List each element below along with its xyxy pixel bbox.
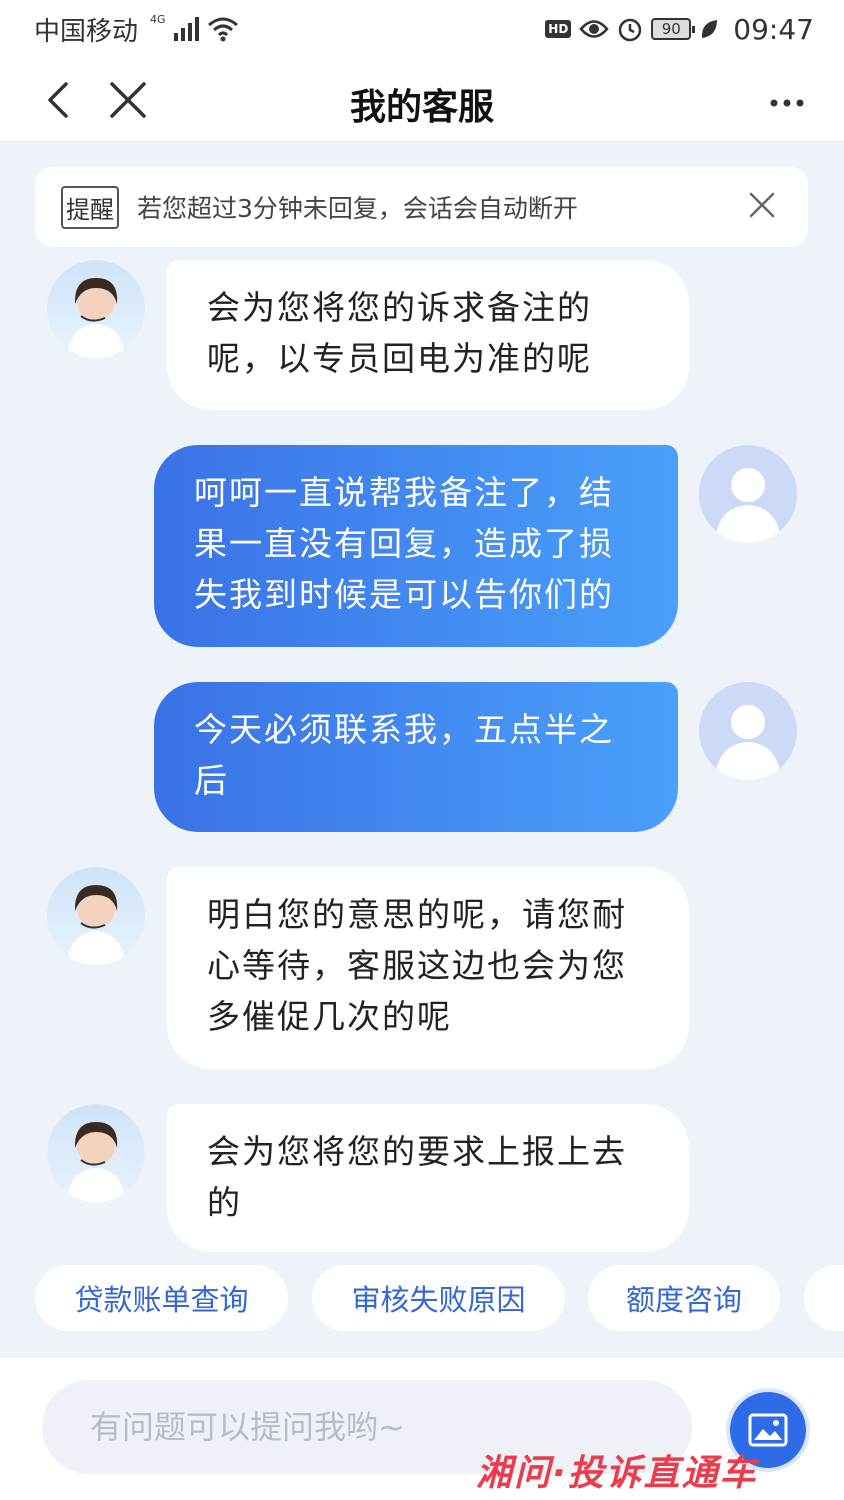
close-icon xyxy=(749,192,775,217)
agent-avatar-icon xyxy=(67,1122,125,1202)
page-title: 我的客服 xyxy=(349,87,494,128)
network-type: 4G xyxy=(150,12,166,26)
chat-message: 明白您的意思的呢，请您耐 心等待，客服这边也会为您 多催促几次的呢 xyxy=(167,867,689,1069)
status-right: HD 90 09:47 xyxy=(545,13,814,46)
message-line: 的 xyxy=(207,1183,242,1222)
agent-avatar-icon xyxy=(67,278,125,358)
status-bar: 中国移动 4G HD 90 09:47 xyxy=(0,0,844,58)
more-button[interactable] xyxy=(770,82,804,122)
agent-avatar-icon xyxy=(67,885,125,965)
quick-reply-review-fail[interactable]: 审核失败原因 xyxy=(312,1265,565,1331)
watermark-logo: 湘问·投诉直通车 xyxy=(476,1453,758,1494)
message-line: 呵呵一直说帮我备注了，结 xyxy=(194,473,614,512)
notice-text: 若您超过3分钟未回复，会话会自动断开 xyxy=(137,194,578,223)
agent-avatar xyxy=(47,867,145,965)
clock: 09:47 xyxy=(733,12,814,46)
image-icon xyxy=(748,1413,788,1447)
agent-avatar xyxy=(47,260,145,358)
message-line: 心等待，客服这边也会为您 xyxy=(207,946,627,985)
battery-icon: 90 xyxy=(651,18,696,40)
notice-tag: 提醒 xyxy=(61,185,119,229)
quick-reply-loan-bill[interactable]: 贷款账单查询 xyxy=(35,1265,288,1331)
chat-message: 会为您将您的要求上报上去 的 xyxy=(167,1104,689,1252)
nav-bar: 我的客服 xyxy=(0,58,844,142)
quick-reply-credit-limit[interactable]: 额度咨询 xyxy=(588,1265,780,1331)
notice-close-button[interactable] xyxy=(742,187,782,228)
hd-badge: HD xyxy=(545,20,572,38)
user-avatar xyxy=(699,445,797,543)
agent-avatar xyxy=(47,1104,145,1202)
message-line: 后 xyxy=(194,761,229,800)
session-notice: 提醒 若您超过3分钟未回复，会话会自动断开 xyxy=(35,167,808,247)
quick-reply-more[interactable] xyxy=(804,1265,844,1331)
user-avatar-icon xyxy=(715,705,781,780)
message-line: 失我到时候是可以告你们的 xyxy=(194,575,614,614)
chat-message: 呵呵一直说帮我备注了，结 果一直没有回复，造成了损 失我到时候是可以告你们的 xyxy=(154,445,678,647)
chat-message: 今天必须联系我，五点半之 后 xyxy=(154,682,678,832)
eye-icon xyxy=(579,20,609,38)
leaf-icon xyxy=(702,20,718,38)
alarm-icon xyxy=(619,18,642,42)
battery-level: 90 xyxy=(661,20,681,38)
message-line: 呢，以专员回电为准的呢 xyxy=(207,339,592,378)
message-line: 会为您将您的诉求备注的 xyxy=(207,288,592,327)
more-dots-icon xyxy=(770,99,804,107)
message-line: 会为您将您的要求上报上去 xyxy=(207,1132,627,1171)
signal-icon xyxy=(173,17,199,41)
message-line: 今天必须联系我，五点半之 xyxy=(194,710,614,749)
message-line: 明白您的意思的呢，请您耐 xyxy=(207,895,627,934)
message-line: 果一直没有回复，造成了损 xyxy=(194,524,614,563)
chat-message: 会为您将您的诉求备注的 呢，以专员回电为准的呢 xyxy=(167,260,689,410)
carrier-label: 中国移动 xyxy=(34,16,139,47)
status-left: 中国移动 4G xyxy=(34,11,239,48)
message-line: 多催促几次的呢 xyxy=(207,997,452,1036)
wifi-icon xyxy=(207,17,238,42)
user-avatar xyxy=(699,682,797,780)
user-avatar-icon xyxy=(715,468,781,543)
